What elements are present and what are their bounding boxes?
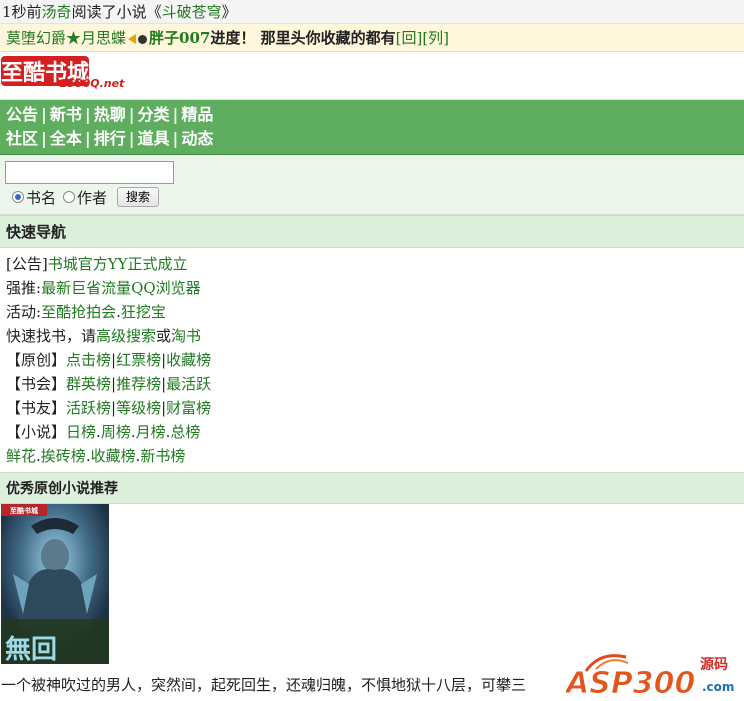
rank-label: 【书友】 [6,399,67,417]
radio-book-name-label: 书名 [26,188,57,207]
main-nav: 公告 | 新书 | 热聊 | 分类 | 精品 社区 | 全本 | 排行 | 道具 | 动态 [0,100,744,155]
asp300-watermark: ASP300 源码 .com [566,654,734,699]
rank-row-friends: 【书友】活跃榜|等级榜|财富榜 [6,396,738,420]
rank-label: 【书会】 [6,375,67,393]
nav-row-2: 社区 | 全本 | 排行 | 道具 | 动态 [6,129,214,148]
radio-book-name[interactable] [12,191,24,203]
rank-link[interactable]: 红票榜 [116,351,161,369]
recommend-label: 强推: [6,279,42,297]
rank-row-novel: 【小说】日榜.周榜.月榜.总榜 [6,420,738,444]
rank-link[interactable]: 月榜 [136,423,166,441]
find-text: 快速找书，请 [6,327,97,345]
rank-link[interactable]: 最活跃 [166,375,211,393]
nav-activity[interactable]: 动态 [181,129,213,148]
event-line: 活动:至酷抢拍会.狂挖宝 [6,303,166,321]
site-logo[interactable]: 至酷书城 2580Q.net [0,55,132,91]
rank-label: 【原创】 [6,351,67,369]
taoshu-link[interactable]: 淘书 [171,327,201,345]
event-link-treasure[interactable]: 狂挖宝 [121,303,166,321]
chat-ticker: 莫堕幻爵★月思蝶 胖子007进度！ 那里头你收藏的都有[回][列] [0,24,744,52]
cover-title: 無回 [5,635,57,664]
cover-badge: 至酷书城 [10,506,38,515]
watermark-domain: .com [702,680,734,694]
rank-link[interactable]: 等级榜 [116,399,161,417]
activity-bar: 1秒前汤奇阅读了小说《斗破苍穹》 [0,0,744,24]
notice-link[interactable]: 书城官方YY正式成立 [48,255,188,273]
featured-header: 优秀原创小说推荐 [0,472,744,504]
search-options: 书名 作者 搜索 [5,186,739,208]
find-line: 快速找书，请高级搜索或淘书 [6,324,738,348]
rank-link[interactable]: 群英榜 [66,375,111,393]
nav-rankings[interactable]: 排行 [94,129,126,148]
at-icon [138,34,148,44]
nav-categories[interactable]: 分类 [138,105,170,124]
nav-new-books[interactable]: 新书 [50,105,82,124]
nav-community[interactable]: 社区 [6,129,38,148]
watermark-brand: ASP300 [566,666,695,699]
ticker-user-1[interactable]: 莫堕幻爵 [6,29,66,47]
rank-row-original: 【原创】点击榜|红票榜|收藏榜 [6,348,738,372]
search-input[interactable] [5,161,174,184]
logo-sub-text: 2580Q.net [60,77,125,90]
event-label: 活动: [6,303,42,321]
nav-notice[interactable]: 公告 [6,105,38,124]
ticker-reply-link[interactable]: [回] [396,29,423,47]
nav-chat[interactable]: 热聊 [94,105,126,124]
book-cover[interactable]: 至酷书城 無回 [1,504,109,664]
activity-time: 1秒前 [2,3,42,21]
activity-book-link[interactable]: 斗破苍穹 [162,3,222,21]
rank-link[interactable]: 日榜 [66,423,96,441]
activity-suffix: 》 [221,3,237,21]
rank-link[interactable]: 新书榜 [140,447,185,465]
rank-link[interactable]: 财富榜 [166,399,211,417]
header-logo-row: 至酷书城 2580Q.net [0,52,744,100]
nav-complete[interactable]: 全本 [50,129,82,148]
recommend-link[interactable]: 最新巨省流量QQ浏览器 [41,279,201,297]
activity-user-link[interactable]: 汤奇 [42,3,72,21]
ticker-user-3[interactable]: 胖子007 [149,29,210,47]
activity-action: 阅读了小说《 [71,3,162,21]
rank-row-misc: 鲜花.挨砖榜.收藏榜.新书榜 [6,447,186,465]
rank-link[interactable]: 鲜花 [6,447,36,465]
rank-label: 【小说】 [6,423,67,441]
notice-line: [公告]书城官方YY正式成立 [6,252,738,276]
quick-nav-list: [公告]书城官方YY正式成立 强推:最新巨省流量QQ浏览器 活动:至酷抢拍会.狂… [0,248,744,472]
ticker-user-2[interactable]: 月思蝶 [81,29,126,47]
find-join: 或 [156,327,172,345]
quick-nav-header: 快速导航 [0,215,744,248]
recommend-line: 强推:最新巨省流量QQ浏览器 [6,276,738,300]
rank-link[interactable]: 挨砖榜 [41,447,86,465]
radio-author-label: 作者 [77,188,108,207]
nav-items[interactable]: 道具 [138,129,170,148]
speaker-icon [128,34,137,44]
watermark-tag: 源码 [700,656,728,673]
radio-author[interactable] [63,191,76,203]
event-link-auction[interactable]: 至酷抢拍会 [41,303,116,321]
advanced-search-link[interactable]: 高级搜索 [96,327,156,345]
nav-featured[interactable]: 精品 [181,105,213,124]
notice-label: [公告] [6,255,48,273]
rank-link[interactable]: 活跃榜 [66,399,111,417]
rank-link[interactable]: 总榜 [170,423,200,441]
ticker-list-link[interactable]: [列] [422,29,449,47]
star-icon: ★ [66,29,82,47]
rank-link[interactable]: 收藏榜 [91,447,136,465]
search-panel: 书名 作者 搜索 [0,155,744,215]
rank-link[interactable]: 周榜 [101,423,131,441]
ticker-message: 进度！ 那里头你收藏的都有 [210,29,396,47]
search-button[interactable]: 搜索 [117,187,160,207]
rank-link[interactable]: 点击榜 [66,351,111,369]
rank-link[interactable]: 推荐榜 [116,375,161,393]
nav-row-1: 公告 | 新书 | 热聊 | 分类 | 精品 [6,105,214,124]
rank-row-club: 【书会】群英榜|推荐榜|最活跃 [6,372,738,396]
rank-link[interactable]: 收藏榜 [166,351,211,369]
book-cover-art: 至酷书城 無回 [1,504,109,664]
